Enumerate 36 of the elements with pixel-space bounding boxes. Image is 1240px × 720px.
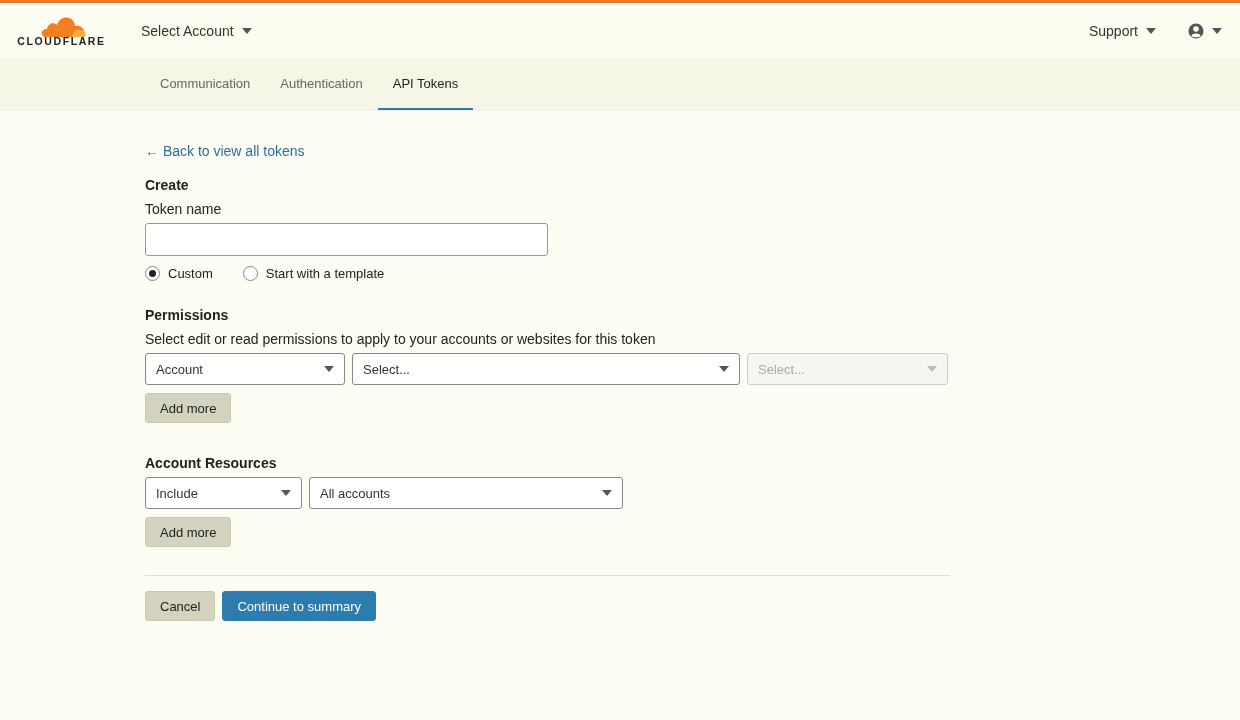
cancel-button[interactable]: Cancel	[145, 591, 216, 621]
radio-label: Custom	[168, 266, 213, 281]
radio-label: Start with a template	[265, 266, 385, 281]
section-heading: Account Resources	[145, 455, 278, 471]
dropdown[interactable]: All accounts	[309, 477, 623, 509]
tab[interactable]: API Tokens	[377, 58, 474, 110]
input-field[interactable]	[145, 223, 548, 256]
section-heading: Permissions	[145, 307, 230, 323]
add-more-button[interactable]: Add more	[145, 393, 232, 423]
caret-icon	[1146, 27, 1156, 34]
caret-icon	[602, 490, 612, 496]
caret-icon	[719, 366, 729, 372]
dropdown[interactable]: Include	[145, 477, 302, 509]
support-menu[interactable]: Support	[1088, 18, 1156, 43]
tab[interactable]: Authentication	[265, 58, 378, 110]
logo-wordmark: CLOUDFLARE	[17, 34, 106, 47]
radio-option[interactable]: Start with a template	[242, 266, 385, 281]
add-more-button[interactable]: Add more	[145, 517, 232, 547]
section-description: Select edit or read permissions to apply to your accounts or websites for this token	[145, 331, 657, 347]
account-menu[interactable]: Select Account	[141, 18, 252, 43]
caret-icon	[1212, 27, 1222, 34]
caret-icon	[241, 27, 252, 34]
tab[interactable]: Communication	[145, 58, 266, 110]
caret-icon	[281, 490, 291, 496]
field-label: Token name	[145, 201, 223, 217]
user-icon	[1188, 22, 1204, 39]
continue-button[interactable]: Continue to summary	[222, 591, 377, 621]
radio-button[interactable]	[145, 266, 160, 281]
back-link[interactable]: ← Back to view all tokens	[145, 143, 305, 159]
radio-option[interactable]: Custom	[145, 266, 213, 281]
section-heading: Create	[145, 177, 190, 193]
caret-icon	[324, 366, 334, 372]
caret-icon	[927, 366, 937, 372]
radio-button[interactable]	[242, 266, 258, 281]
dropdown[interactable]: Select...	[352, 353, 740, 385]
dropdown[interactable]: Account	[145, 353, 345, 385]
